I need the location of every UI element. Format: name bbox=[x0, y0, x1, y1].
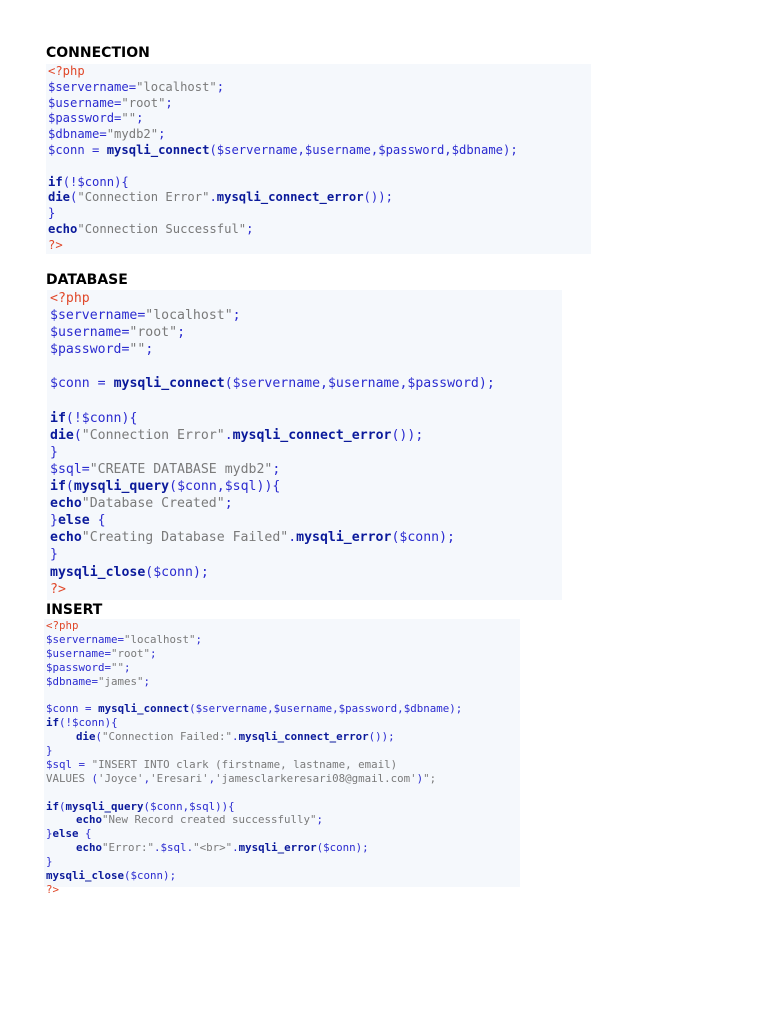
code-line: echo"New Record created successfully"; bbox=[76, 813, 324, 827]
code-line: $servername="localhost"; bbox=[46, 632, 203, 646]
section-heading-connection: CONNECTION bbox=[46, 45, 150, 61]
code-line: } bbox=[46, 744, 53, 758]
code-block-connection: <?php $servername="localhost"; $username="… bbox=[46, 64, 591, 254]
code-line: mysqli_close($conn); bbox=[50, 564, 209, 580]
code-line: <?php bbox=[48, 64, 85, 78]
code-block-insert: <?php $servername="localhost"; $username="… bbox=[44, 619, 520, 896]
code-line: $conn = mysqli_connect($servername,$user… bbox=[48, 142, 518, 157]
code-line: }else { bbox=[46, 827, 92, 841]
code-line: VALUES ('Joyce','Eresari','jamesclarkere… bbox=[46, 771, 437, 785]
code-line: die("Connection Failed:".mysqli_connect_… bbox=[76, 730, 395, 744]
code-line: die("Connection Error".mysqli_connect_er… bbox=[50, 427, 424, 443]
code-line: $password=""; bbox=[46, 660, 131, 674]
code-line: echo"Error:".$sql."<br>".mysqli_error($c… bbox=[76, 841, 369, 855]
code-line: $dbname="mydb2"; bbox=[48, 127, 166, 142]
code-line: echo"Connection Successful"; bbox=[48, 221, 254, 236]
code-line: ?> bbox=[48, 237, 63, 252]
code-line: $username="root"; bbox=[46, 646, 157, 660]
code-line: $password=""; bbox=[48, 111, 144, 126]
code-line: $conn = mysqli_connect($servername,$user… bbox=[50, 376, 495, 392]
code-line: echo"Database Created"; bbox=[50, 496, 233, 512]
code-line: if(mysqli_query($conn,$sql)){ bbox=[50, 479, 281, 495]
code-line: ?> bbox=[46, 882, 60, 896]
code-line: $username="root"; bbox=[48, 95, 173, 110]
code-line: $sql="CREATE DATABASE mydb2"; bbox=[50, 461, 281, 477]
code-line: if(!$conn){ bbox=[46, 716, 118, 730]
code-line: } bbox=[46, 855, 53, 869]
code-line: } bbox=[48, 206, 56, 221]
code-line: $servername="localhost"; bbox=[50, 308, 241, 324]
code-line: <?php bbox=[50, 291, 90, 306]
code-block-database: <?php $servername="localhost"; $username="… bbox=[47, 290, 562, 600]
code-line: }else { bbox=[50, 513, 106, 529]
code-line: $sql = "INSERT INTO clark (firstname, la… bbox=[46, 757, 398, 771]
code-line: $password=""; bbox=[50, 342, 154, 358]
code-line: if(!$conn){ bbox=[48, 174, 129, 189]
section-heading-database: DATABASE bbox=[46, 272, 128, 288]
code-line: die("Connection Error".mysqli_connect_er… bbox=[48, 190, 393, 205]
code-line: $conn = mysqli_connect($servername,$user… bbox=[46, 702, 463, 716]
code-line: $dbname="james"; bbox=[46, 674, 151, 688]
code-line: <?php bbox=[46, 619, 79, 632]
code-line: ?> bbox=[50, 581, 66, 597]
code-line: } bbox=[50, 444, 58, 460]
section-heading-insert: INSERT bbox=[46, 602, 103, 618]
code-line: mysqli_close($conn); bbox=[46, 869, 177, 883]
code-line: if(!$conn){ bbox=[50, 410, 138, 426]
code-line: $username="root"; bbox=[50, 325, 186, 341]
code-line: if(mysqli_query($conn,$sql)){ bbox=[46, 799, 235, 813]
code-line: } bbox=[50, 547, 58, 563]
code-line: echo"Creating Database Failed".mysqli_er… bbox=[50, 530, 455, 546]
code-line: $servername="localhost"; bbox=[48, 79, 225, 94]
